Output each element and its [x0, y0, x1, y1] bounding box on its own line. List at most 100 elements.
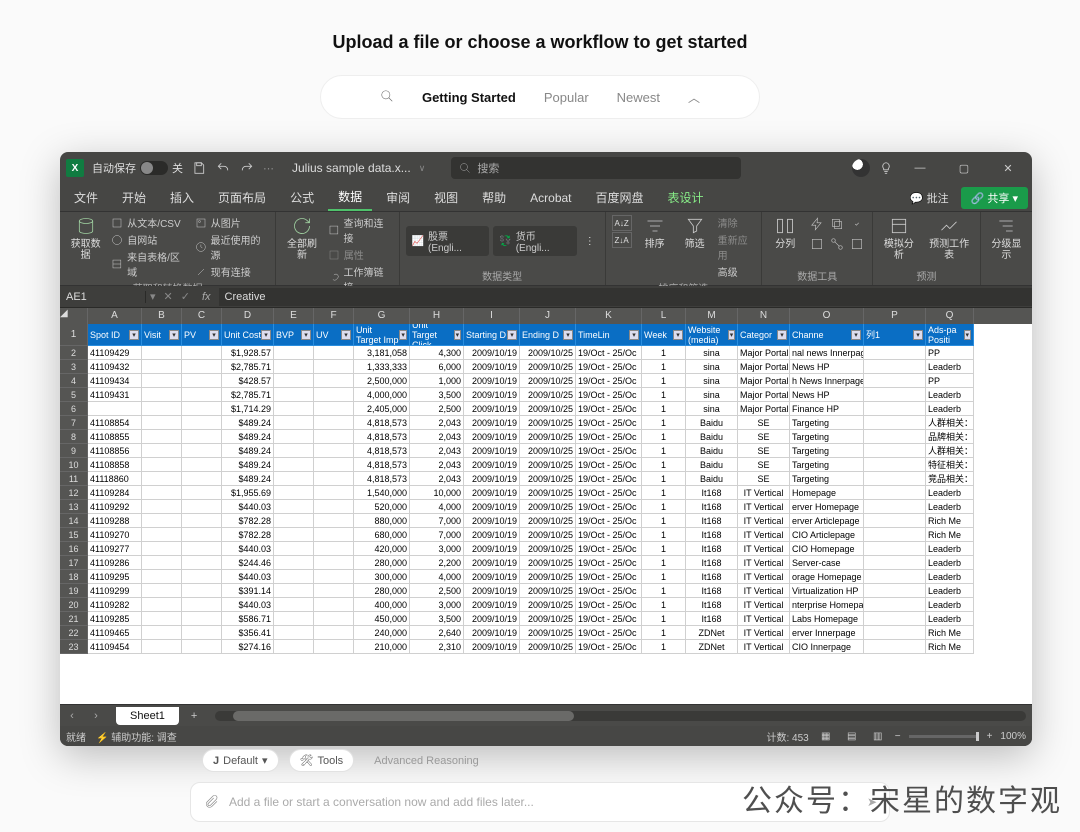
cell[interactable]: 2009/10/19: [464, 458, 520, 472]
cell[interactable]: [142, 444, 182, 458]
cell[interactable]: 19/Oct - 25/Oc: [576, 626, 642, 640]
row-number[interactable]: 23: [60, 640, 88, 654]
cell[interactable]: [182, 430, 222, 444]
cell[interactable]: [864, 542, 926, 556]
cell[interactable]: 2,043: [410, 430, 464, 444]
cell[interactable]: [182, 486, 222, 500]
cell[interactable]: [864, 640, 926, 654]
cell[interactable]: 41109299: [88, 584, 142, 598]
row-number[interactable]: 12: [60, 486, 88, 500]
outline-button[interactable]: 分级显示: [987, 215, 1026, 261]
cell[interactable]: It168: [686, 612, 738, 626]
select-all-corner[interactable]: ◢: [60, 308, 88, 324]
cell[interactable]: 2009/10/19: [464, 514, 520, 528]
cell[interactable]: [142, 500, 182, 514]
table-row[interactable]: 2341109454$274.16210,0002,3102009/10/192…: [60, 640, 1032, 654]
tab-formula[interactable]: 公式: [280, 185, 324, 210]
col-header[interactable]: B: [142, 308, 182, 324]
cell[interactable]: 2009/10/19: [464, 444, 520, 458]
cell[interactable]: ZDNet: [686, 626, 738, 640]
cell[interactable]: 2,043: [410, 472, 464, 486]
cell[interactable]: [182, 444, 222, 458]
col-header[interactable]: A: [88, 308, 142, 324]
tab-layout[interactable]: 页面布局: [208, 185, 276, 210]
cell[interactable]: Targeting: [790, 458, 864, 472]
table-row[interactable]: 2041109282$440.03400,0003,0002009/10/192…: [60, 598, 1032, 612]
cell[interactable]: $586.71: [222, 612, 274, 626]
cell[interactable]: 2,200: [410, 556, 464, 570]
cell[interactable]: 19/Oct - 25/Oc: [576, 458, 642, 472]
col-header[interactable]: M: [686, 308, 738, 324]
cell[interactable]: 2009/10/19: [464, 612, 520, 626]
cell[interactable]: 41109288: [88, 514, 142, 528]
redo-icon[interactable]: [239, 160, 255, 176]
cell[interactable]: [142, 514, 182, 528]
cell[interactable]: 41109454: [88, 640, 142, 654]
row-number[interactable]: 6: [60, 402, 88, 416]
cell[interactable]: [142, 374, 182, 388]
name-box[interactable]: AE1: [60, 291, 146, 303]
cell[interactable]: Leaderb: [926, 598, 974, 612]
cell[interactable]: 1: [642, 416, 686, 430]
clear-filter[interactable]: 清除: [718, 215, 756, 230]
cell[interactable]: 4,000,000: [354, 388, 410, 402]
cell[interactable]: 450,000: [354, 612, 410, 626]
table-header-cell[interactable]: Unit Target Imp▾: [354, 324, 410, 346]
refresh-all-button[interactable]: 全部刷新: [282, 215, 321, 261]
row-number[interactable]: 15: [60, 528, 88, 542]
zoom-level[interactable]: 100%: [1000, 731, 1026, 742]
table-row[interactable]: 1341109292$440.03520,0004,0002009/10/192…: [60, 500, 1032, 514]
cell[interactable]: [182, 598, 222, 612]
col-header[interactable]: L: [642, 308, 686, 324]
cell[interactable]: 10,000: [410, 486, 464, 500]
cell[interactable]: Homepage: [790, 486, 864, 500]
cell[interactable]: 2009/10/25: [520, 598, 576, 612]
cell[interactable]: 19/Oct - 25/Oc: [576, 598, 642, 612]
cell[interactable]: h News Innerpage: [790, 374, 864, 388]
cell[interactable]: IT Vertical: [738, 500, 790, 514]
cell[interactable]: 2,500: [410, 402, 464, 416]
cell[interactable]: News HP: [790, 388, 864, 402]
prompt-input[interactable]: Add a file or start a conversation now a…: [190, 782, 890, 822]
tab-review[interactable]: 审阅: [376, 185, 420, 210]
cell[interactable]: PP: [926, 346, 974, 360]
cell[interactable]: 41109286: [88, 556, 142, 570]
cell[interactable]: [314, 430, 354, 444]
cell[interactable]: 41108856: [88, 444, 142, 458]
cell[interactable]: $489.24: [222, 458, 274, 472]
zoom-slider[interactable]: [909, 735, 979, 738]
cell[interactable]: 4,818,573: [354, 430, 410, 444]
cell[interactable]: [314, 598, 354, 612]
existing-conn[interactable]: 现有连接: [195, 264, 270, 279]
cell[interactable]: [274, 430, 314, 444]
cell[interactable]: $2,785.71: [222, 360, 274, 374]
sort-button[interactable]: 排序: [638, 215, 672, 250]
submit-icon[interactable]: ➤: [867, 795, 877, 809]
cell[interactable]: $782.28: [222, 514, 274, 528]
cell[interactable]: 2009/10/19: [464, 500, 520, 514]
cell[interactable]: [142, 416, 182, 430]
cell[interactable]: 2009/10/19: [464, 360, 520, 374]
table-header-cell[interactable]: Ending D▾: [520, 324, 576, 346]
cell[interactable]: nterprise Homepage: [790, 598, 864, 612]
cell[interactable]: sina: [686, 374, 738, 388]
cell[interactable]: [142, 458, 182, 472]
cell[interactable]: It168: [686, 528, 738, 542]
lightbulb-icon[interactable]: [878, 160, 894, 176]
cell[interactable]: $489.24: [222, 416, 274, 430]
cell[interactable]: Leaderb: [926, 556, 974, 570]
table-header-cell[interactable]: Week▾: [642, 324, 686, 346]
cell[interactable]: 19/Oct - 25/Oc: [576, 444, 642, 458]
cell[interactable]: Major Portal: [738, 360, 790, 374]
cell[interactable]: SE: [738, 458, 790, 472]
cell[interactable]: 3,000: [410, 598, 464, 612]
cell[interactable]: 1: [642, 570, 686, 584]
cell[interactable]: 880,000: [354, 514, 410, 528]
cell[interactable]: SE: [738, 430, 790, 444]
cell[interactable]: [864, 346, 926, 360]
cell[interactable]: [142, 388, 182, 402]
cell[interactable]: [182, 612, 222, 626]
cell[interactable]: 2009/10/19: [464, 374, 520, 388]
quicknav-popular[interactable]: Popular: [544, 90, 589, 105]
cell[interactable]: Leaderb: [926, 542, 974, 556]
